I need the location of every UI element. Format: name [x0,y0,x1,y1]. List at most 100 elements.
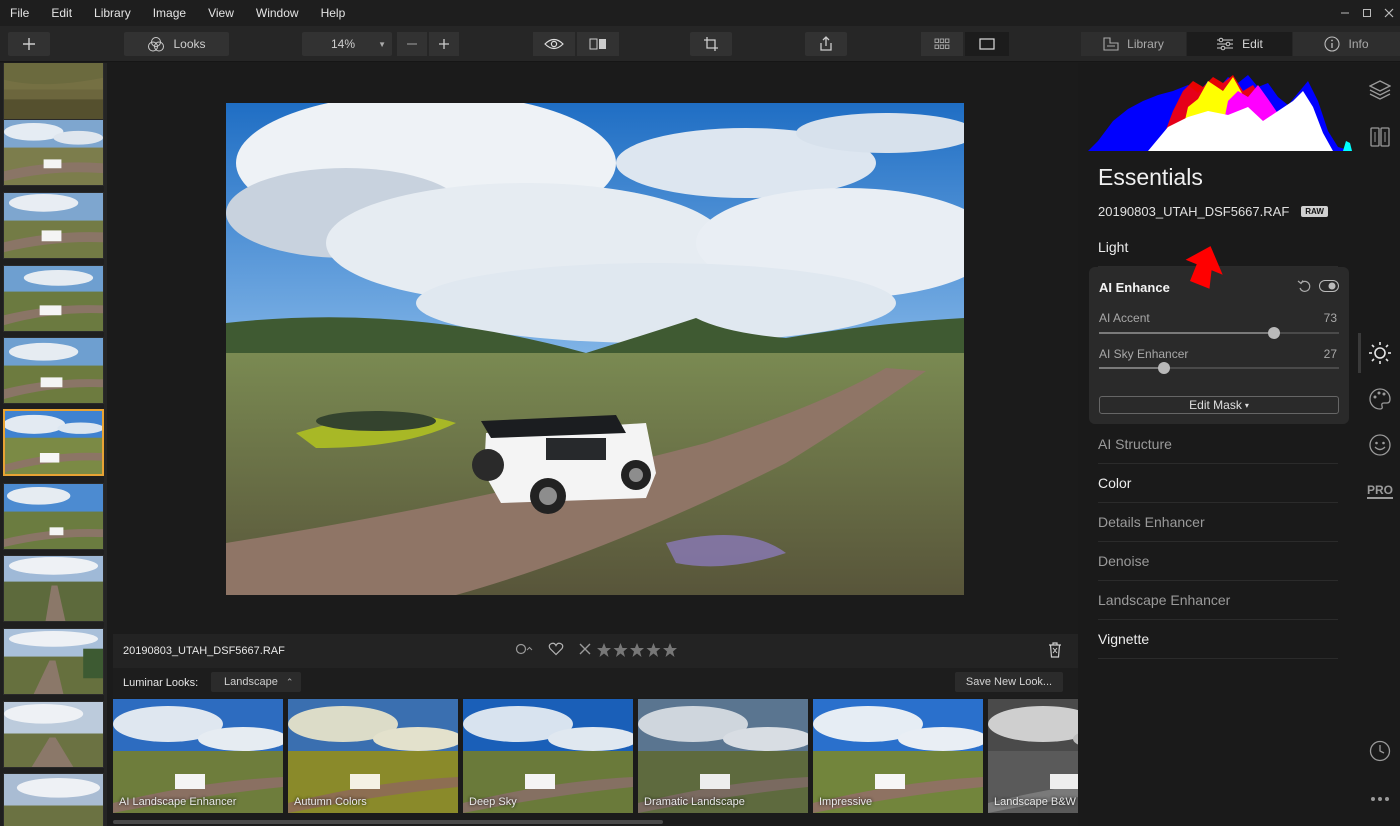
filmstrip-thumbnail[interactable] [3,773,104,826]
more-icon[interactable] [1368,787,1392,811]
plus-icon [439,39,449,49]
crop-button[interactable] [690,32,732,56]
gallery-view-button[interactable] [921,32,963,56]
close-icon[interactable] [1378,0,1400,26]
compare-button[interactable] [577,32,619,56]
maximize-icon[interactable] [1356,0,1378,26]
look-name: Impressive [819,796,873,808]
section-details-enhancer[interactable]: Details Enhancer [1098,503,1338,542]
canvas-icon[interactable] [1368,125,1392,149]
edit-panel: Essentials 20190803_UTAH_DSF5667.RAF RAW… [1078,63,1358,826]
favorite-button[interactable] [548,642,564,656]
star-icon [597,643,677,657]
active-category-indicator [1358,333,1361,373]
look-tile[interactable]: Impressive [813,699,983,813]
look-tile[interactable]: AI Landscape Enhancer [113,699,283,813]
zoom-in-button[interactable] [429,32,459,56]
zoom-select[interactable]: 14% ▼ [302,32,392,56]
tab-library[interactable]: Library [1081,32,1186,56]
edit-mask-button[interactable]: Edit Mask ▾ [1099,396,1339,414]
save-new-look-button[interactable]: Save New Look... [955,672,1063,692]
menu-help[interactable]: Help [310,0,357,26]
ai-accent-handle[interactable] [1268,327,1281,339]
single-view-button[interactable] [965,32,1009,56]
preview-toggle-button[interactable] [533,32,575,56]
color-label-button[interactable] [515,642,535,656]
ai-sky-enhancer-label: AI Sky Enhancer [1099,347,1189,361]
info-icon [1324,36,1341,52]
menu-image[interactable]: Image [142,0,197,26]
ai-sky-enhancer-handle[interactable] [1157,362,1170,374]
zoom-value: 14% [330,37,356,51]
ai-accent-slider[interactable] [1099,327,1339,339]
menu-file[interactable]: File [0,0,40,26]
looks-category-select[interactable]: Landscape ⌃ [211,672,301,692]
sun-icon[interactable] [1368,341,1392,365]
menu-window[interactable]: Window [245,0,310,26]
reset-icon[interactable] [1297,279,1311,293]
ai-accent-label: AI Accent [1099,311,1150,325]
menu-library[interactable]: Library [83,0,142,26]
tab-edit[interactable]: Edit [1187,32,1292,56]
filmstrip-thumbnail[interactable] [3,119,104,186]
filmstrip-thumbnail-selected[interactable] [3,409,104,476]
menu-edit[interactable]: Edit [40,0,83,26]
circle-icon [515,643,533,655]
pro-icon[interactable]: PRO [1367,479,1394,503]
filmstrip-thumbnail[interactable] [3,63,104,126]
layers-icon[interactable] [1368,78,1392,102]
delete-button[interactable] [1048,642,1062,661]
look-name: Autumn Colors [294,796,367,808]
ai-accent-fill [1099,332,1275,334]
minimize-icon[interactable] [1334,0,1356,26]
looks-section-label: Luminar Looks: [123,677,199,689]
visibility-toggle-icon[interactable] [1319,280,1339,292]
minus-icon [407,43,417,45]
filmstrip-thumbnail[interactable] [3,555,104,622]
section-color[interactable]: Color [1098,464,1338,503]
section-landscape-enhancer[interactable]: Landscape Enhancer [1098,581,1338,620]
panel-filename: 20190803_UTAH_DSF5667.RAF RAW [1098,204,1328,219]
looks-bar: Luminar Looks: Landscape ⌃ Save New Look… [113,668,1078,698]
grid-icon [934,38,950,49]
tab-edit-label: Edit [1242,37,1263,51]
tab-info[interactable]: Info [1293,32,1400,56]
reject-button[interactable] [578,642,592,656]
annotation-arrow-icon [1185,246,1223,289]
share-button[interactable] [805,32,847,56]
menu-view[interactable]: View [197,0,245,26]
look-tile[interactable]: Dramatic Landscape [638,699,808,813]
filmstrip-thumbnail[interactable] [3,628,104,695]
filmstrip-thumbnail[interactable] [3,192,104,259]
history-icon[interactable] [1368,739,1392,763]
section-denoise[interactable]: Denoise [1098,542,1338,581]
share-icon [820,36,832,51]
looks-button[interactable]: Looks [124,32,229,56]
pro-label: PRO [1367,482,1394,499]
looks-icon [148,37,165,52]
look-tile[interactable]: Autumn Colors [288,699,458,813]
look-tile[interactable]: Landscape B&W [988,699,1078,813]
looks-scrollbar[interactable] [113,820,663,824]
look-tile[interactable]: Deep Sky [463,699,633,813]
section-ai-structure[interactable]: AI Structure [1098,425,1338,464]
ai-enhance-title: AI Enhance [1099,280,1170,295]
look-name: Landscape B&W [994,796,1076,808]
ai-enhance-tool: AI Enhance AI Accent 73 AI Sky Enhancer … [1089,267,1349,424]
palette-icon[interactable] [1368,387,1392,411]
chevron-down-icon: ▼ [378,39,386,49]
main-photo[interactable] [226,103,964,595]
sliders-icon [1217,37,1234,51]
zoom-out-button[interactable] [397,32,427,56]
star-rating[interactable] [596,642,680,658]
filmstrip-thumbnail[interactable] [3,701,104,768]
section-vignette[interactable]: Vignette [1098,620,1338,659]
face-icon[interactable] [1368,433,1392,457]
ai-sky-enhancer-slider[interactable] [1099,362,1339,374]
library-icon [1103,37,1119,51]
filmstrip-thumbnail[interactable] [3,265,104,332]
panel-filename-text: 20190803_UTAH_DSF5667.RAF [1098,204,1290,219]
filmstrip-thumbnail[interactable] [3,337,104,404]
filmstrip-thumbnail[interactable] [3,483,104,550]
add-images-button[interactable] [8,32,50,56]
